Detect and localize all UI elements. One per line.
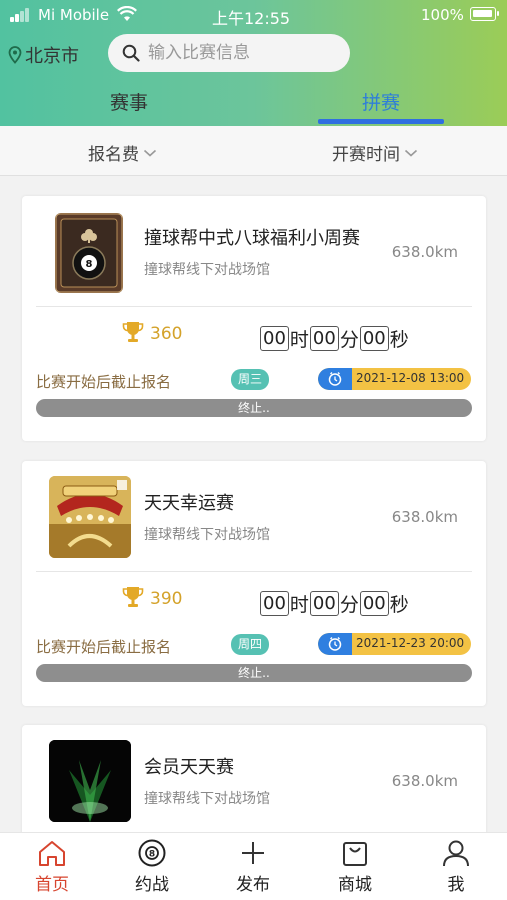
svg-text:8: 8: [86, 259, 93, 270]
match-venue: 撞球帮线下对战场馆: [144, 791, 270, 807]
tab-events[interactable]: 赛事: [66, 88, 192, 115]
match-distance: 638.0km: [391, 772, 458, 790]
countdown-seconds: 00: [359, 326, 389, 351]
countdown-hours: 00: [260, 591, 289, 616]
start-datetime: 2021-12-08 13:00: [356, 371, 465, 385]
prize-amount: 360: [150, 324, 183, 344]
match-distance: 638.0km: [391, 508, 458, 526]
battery-icon: [470, 7, 499, 21]
tabbar-item-mall[interactable]: 商城: [320, 839, 390, 895]
trophy-icon: [122, 322, 144, 342]
countdown-second-unit: 秒: [389, 329, 409, 351]
weekday-badge: 周三: [231, 369, 269, 390]
city-label: 北京市: [25, 46, 79, 67]
countdown-timer: 00 时 00 分 00 秒: [260, 590, 410, 617]
carrier-name: Mi Mobile: [38, 6, 110, 24]
match-thumbnail: [49, 476, 131, 558]
match-card[interactable]: 8 撞球帮中式八球福利小周赛 撞球帮线下对战场馆 638.0km 360 00 …: [22, 196, 486, 441]
start-datetime-badge: 2021-12-23 20:00: [318, 633, 471, 655]
start-datetime: 2021-12-23 20:00: [356, 636, 465, 650]
registration-deadline-note: 比赛开始后截止报名: [36, 373, 172, 391]
status-time: 上午12:55: [212, 9, 291, 28]
chevron-down-icon: [143, 149, 157, 157]
tabbar-item-me[interactable]: 我: [421, 839, 491, 895]
filter-entry-fee[interactable]: 报名费: [88, 140, 157, 165]
tabbar-label-mall: 商城: [338, 875, 372, 895]
alarm-clock-icon: [318, 633, 352, 655]
prize-amount: 390: [150, 589, 183, 609]
countdown-hour-unit: 时: [289, 594, 309, 616]
signal-icon: [10, 8, 34, 22]
start-datetime-badge: 2021-12-08 13:00: [318, 368, 471, 390]
divider: [36, 571, 472, 572]
countdown-timer: 00 时 00 分 00 秒: [260, 325, 410, 352]
tabbar-item-challenge[interactable]: 8 约战: [117, 839, 187, 895]
weekday-badge: 周四: [231, 634, 269, 655]
filter-bar: 报名费 开赛时间: [0, 126, 507, 176]
match-venue: 撞球帮线下对战场馆: [144, 527, 270, 543]
filter-start-time[interactable]: 开赛时间: [332, 140, 418, 165]
chevron-down-icon: [404, 149, 418, 157]
match-card[interactable]: 会员天天赛 撞球帮线下对战场馆 638.0km: [22, 725, 486, 835]
match-card[interactable]: 天天幸运赛 撞球帮线下对战场馆 638.0km 390 00 时 00 分 00…: [22, 461, 486, 706]
countdown-hours: 00: [260, 326, 289, 351]
registration-deadline-note: 比赛开始后截止报名: [36, 638, 172, 656]
battery-percent: 100%: [421, 6, 464, 24]
countdown-minute-unit: 分: [339, 329, 359, 351]
person-icon: [443, 840, 469, 867]
divider: [36, 306, 472, 307]
search-input[interactable]: [148, 43, 328, 63]
filter-entry-fee-label: 报名费: [88, 145, 139, 165]
billiard-ball-icon: 8: [138, 839, 166, 867]
tabbar-label-challenge: 约战: [135, 875, 169, 895]
search-box[interactable]: [108, 34, 350, 72]
bottom-tab-bar: 首页 8 约战 发布 商城 我: [0, 832, 507, 900]
shopping-bag-icon: [343, 842, 367, 866]
trophy-icon: [122, 587, 144, 607]
wifi-icon: [117, 5, 137, 22]
match-distance: 638.0km: [391, 243, 458, 261]
svg-text:8: 8: [149, 850, 155, 860]
location-pin-icon: [8, 46, 22, 64]
match-thumbnail: 8: [55, 213, 123, 293]
match-venue: 撞球帮线下对战场馆: [144, 262, 270, 278]
home-icon: [39, 841, 65, 866]
countdown-minutes: 00: [309, 591, 339, 616]
tabbar-item-home[interactable]: 首页: [17, 839, 87, 895]
filter-start-time-label: 开赛时间: [332, 145, 400, 165]
active-tab-indicator: [318, 119, 444, 124]
status-bar: Mi Mobile 上午12:55 100%: [0, 0, 507, 30]
search-icon: [122, 44, 140, 62]
tabbar-label-me: 我: [447, 875, 465, 895]
tab-pin-sai[interactable]: 拼赛: [318, 88, 444, 115]
match-title: 会员天天赛: [144, 757, 234, 778]
alarm-clock-icon: [318, 368, 352, 390]
match-status-bar: 终止..: [36, 399, 472, 417]
countdown-hour-unit: 时: [289, 329, 309, 351]
countdown-second-unit: 秒: [389, 594, 409, 616]
tabbar-item-publish[interactable]: 发布: [218, 839, 288, 895]
countdown-minute-unit: 分: [339, 594, 359, 616]
header: Mi Mobile 上午12:55 100% 北京市 赛事 拼赛: [0, 0, 507, 126]
match-title: 天天幸运赛: [144, 493, 234, 514]
tabbar-label-home: 首页: [35, 875, 69, 895]
plus-icon: [242, 842, 264, 864]
match-title: 撞球帮中式八球福利小周赛: [144, 228, 360, 249]
countdown-seconds: 00: [359, 591, 389, 616]
countdown-minutes: 00: [309, 326, 339, 351]
match-status-bar: 终止..: [36, 664, 472, 682]
tabbar-label-publish: 发布: [236, 875, 270, 895]
match-thumbnail: [49, 740, 131, 822]
location-selector[interactable]: 北京市: [8, 42, 79, 68]
